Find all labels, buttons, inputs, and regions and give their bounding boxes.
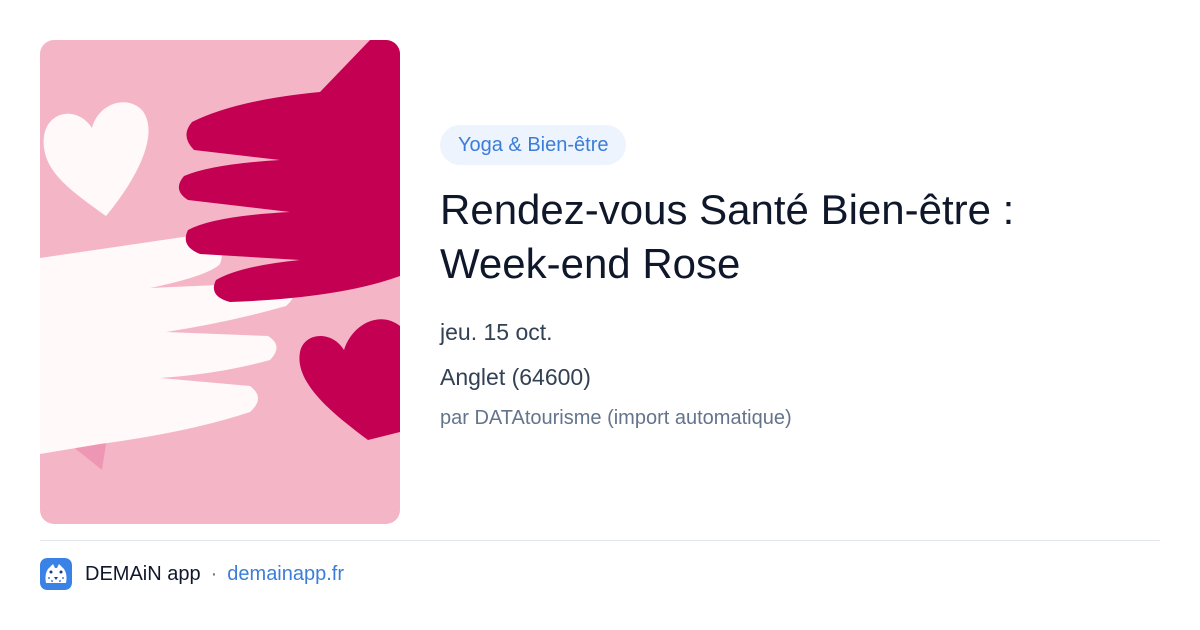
app-name: DEMAiN app — [85, 562, 201, 585]
footer-separator: · — [210, 562, 218, 585]
event-location: Anglet (64600) — [440, 364, 591, 390]
event-date: jeu. 15 oct. — [440, 319, 553, 345]
event-info: Yoga & Bien-être Rendez-vous Santé Bien-… — [440, 125, 1160, 432]
leopard-logo-icon[interactable] — [40, 558, 72, 590]
event-title-line-1: Rendez-vous Santé Bien-être : — [440, 186, 1015, 233]
site-link[interactable]: demainapp.fr — [227, 563, 344, 586]
hands-icon — [40, 40, 400, 524]
event-source: par DATAtourisme (import automatique) — [440, 407, 792, 429]
footer-divider — [40, 540, 1160, 541]
event-title-line-2: Week-end Rose — [440, 240, 741, 287]
event-title[interactable]: Rendez-vous Santé Bien-être : Week-end R… — [440, 183, 1160, 291]
category-tag[interactable]: Yoga & Bien-être — [440, 125, 627, 165]
footer: DEMAiN app · demainapp.fr — [40, 558, 344, 590]
event-image[interactable] — [40, 40, 400, 524]
